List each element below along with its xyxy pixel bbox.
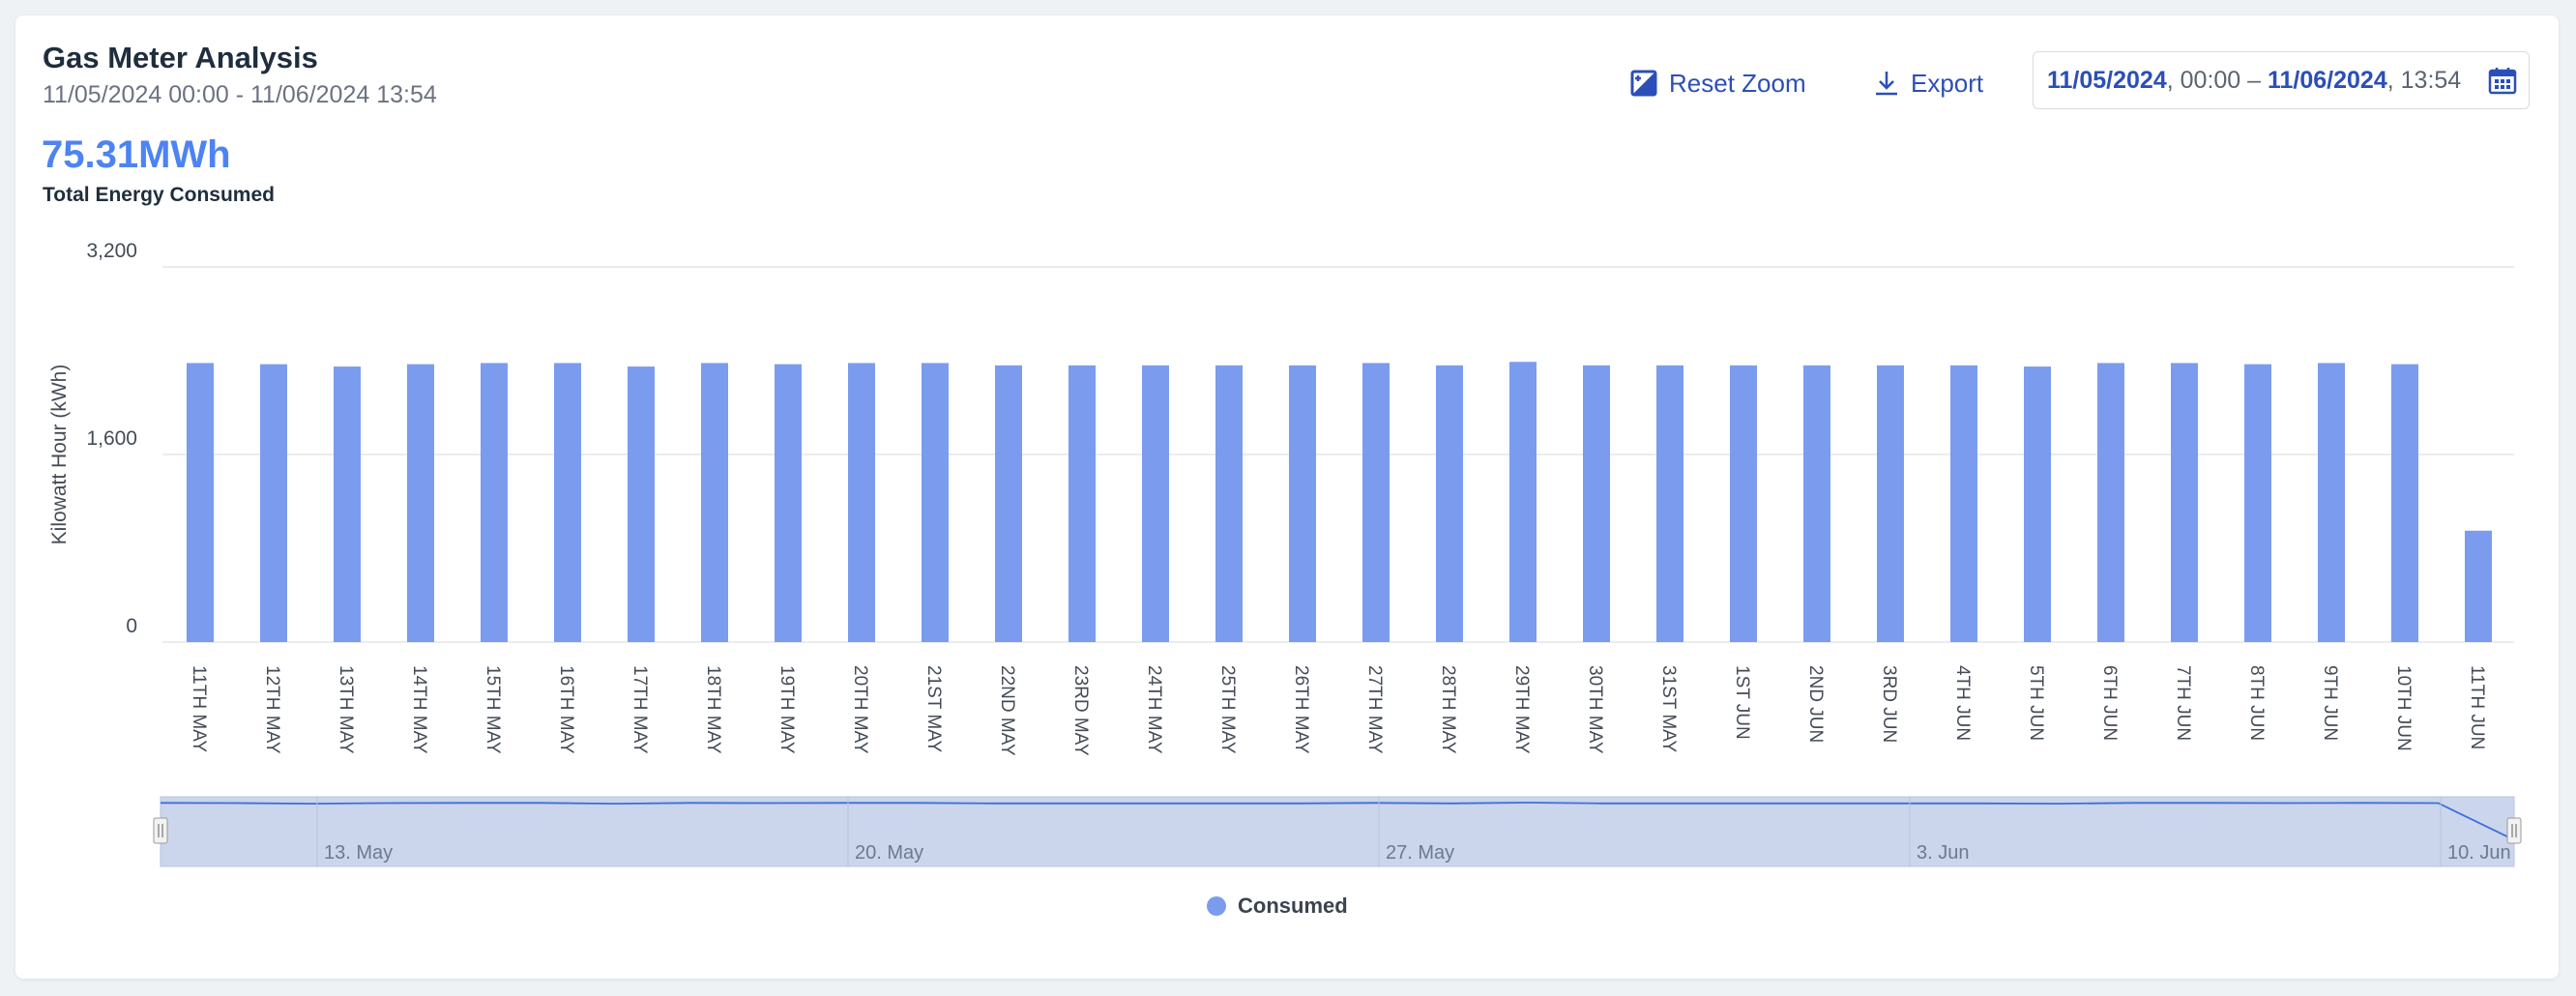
navigator-handle-right[interactable] (2506, 817, 2522, 844)
x-tick-label: 30TH MAY (1585, 665, 1605, 754)
x-tick-label: 24TH MAY (1144, 665, 1164, 754)
bar (848, 363, 875, 642)
x-tick-label: 28TH MAY (1438, 665, 1458, 754)
y-tick-label: 3,200 (86, 240, 137, 262)
navigator-label: 27. May (1386, 842, 1454, 864)
bar (995, 365, 1022, 642)
x-tick-label: 19TH MAY (776, 665, 797, 754)
navigator-label: 20. May (855, 842, 923, 864)
legend-consumed-marker (1207, 896, 1226, 916)
x-tick-label: 1ST JUN (1732, 665, 1752, 740)
x-tick-label: 9TH JUN (2320, 665, 2340, 741)
bar (775, 364, 802, 642)
bar (260, 364, 287, 642)
bar (1583, 365, 1610, 642)
x-tick-label: 6TH JUN (2099, 665, 2120, 741)
bar (701, 363, 728, 642)
navigator-handle-left[interactable] (153, 817, 168, 844)
navigator-selection (160, 796, 2515, 867)
x-tick-label: 14TH MAY (409, 665, 429, 754)
x-tick-label: 10TH JUN (2393, 665, 2414, 751)
bar (1436, 365, 1463, 642)
navigator-label: 13. May (324, 842, 393, 864)
bar (922, 363, 949, 642)
bar (2391, 364, 2418, 642)
x-tick-label: 22ND MAY (997, 665, 1017, 756)
legend-consumed-label: Consumed (1238, 893, 1348, 918)
bar (2171, 363, 2198, 642)
bar (1215, 365, 1243, 642)
x-tick-label: 29TH MAY (1511, 665, 1532, 754)
x-tick-label: 2ND JUN (1805, 665, 1826, 743)
bar (2097, 363, 2124, 642)
x-tick-label: 7TH JUN (2173, 665, 2193, 741)
x-tick-label: 31ST MAY (1658, 665, 1679, 752)
bar (1803, 365, 1830, 642)
bar (1068, 365, 1096, 642)
x-tick-label: 17TH MAY (629, 665, 650, 754)
y-tick-label: 1,600 (86, 427, 137, 450)
bar (1656, 365, 1683, 642)
x-tick-label: 16TH MAY (556, 665, 576, 754)
bar (2244, 364, 2271, 642)
bar-chart: 0 1,600 3,200 Kilowatt Hour (kWh) 11TH MAY 12… (48, 240, 2522, 867)
bar (1877, 365, 1904, 642)
x-tick-label: 20TH MAY (850, 665, 870, 754)
bar (407, 364, 434, 642)
bar (334, 366, 361, 642)
x-tick-label: 4TH JUN (1952, 665, 1973, 741)
bar (1730, 365, 1757, 642)
bar (1950, 365, 1977, 642)
bar (2318, 363, 2345, 642)
x-tick-label: 11TH JUN (2467, 665, 2487, 749)
x-tick-label: 15TH MAY (483, 665, 503, 754)
x-tick-label: 25TH MAY (1217, 665, 1238, 754)
x-tick-label: 26TH MAY (1291, 665, 1311, 754)
bar (2465, 530, 2492, 642)
bar (1142, 365, 1169, 642)
x-tick-label: 12TH MAY (262, 665, 282, 754)
legend[interactable]: Consumed (1207, 893, 1348, 919)
x-tick-label: 3RD JUN (1879, 665, 1899, 743)
x-tick-label: 11TH MAY (189, 665, 209, 752)
bar (2024, 366, 2051, 642)
x-tick-label: 8TH JUN (2246, 665, 2267, 741)
bar (1289, 365, 1316, 642)
bar (554, 363, 581, 642)
bar (481, 363, 508, 642)
y-tick-label: 0 (126, 615, 137, 637)
x-tick-label: 27TH MAY (1364, 665, 1385, 754)
y-axis-label: Kilowatt Hour (kWh) (48, 365, 71, 545)
x-tick-label: 18TH MAY (703, 665, 723, 754)
navigator-label: 10. Jun (2447, 842, 2511, 864)
bar (1362, 363, 1390, 642)
x-tick-label: 13TH MAY (336, 665, 356, 754)
bar (1509, 362, 1537, 642)
x-tick-label: 21ST MAY (923, 665, 944, 752)
bar (187, 363, 214, 642)
x-tick-label: 23RD MAY (1070, 665, 1091, 756)
navigator-label: 3. Jun (1917, 842, 1969, 864)
bar (628, 366, 655, 642)
x-tick-label: 5TH JUN (2026, 665, 2046, 741)
